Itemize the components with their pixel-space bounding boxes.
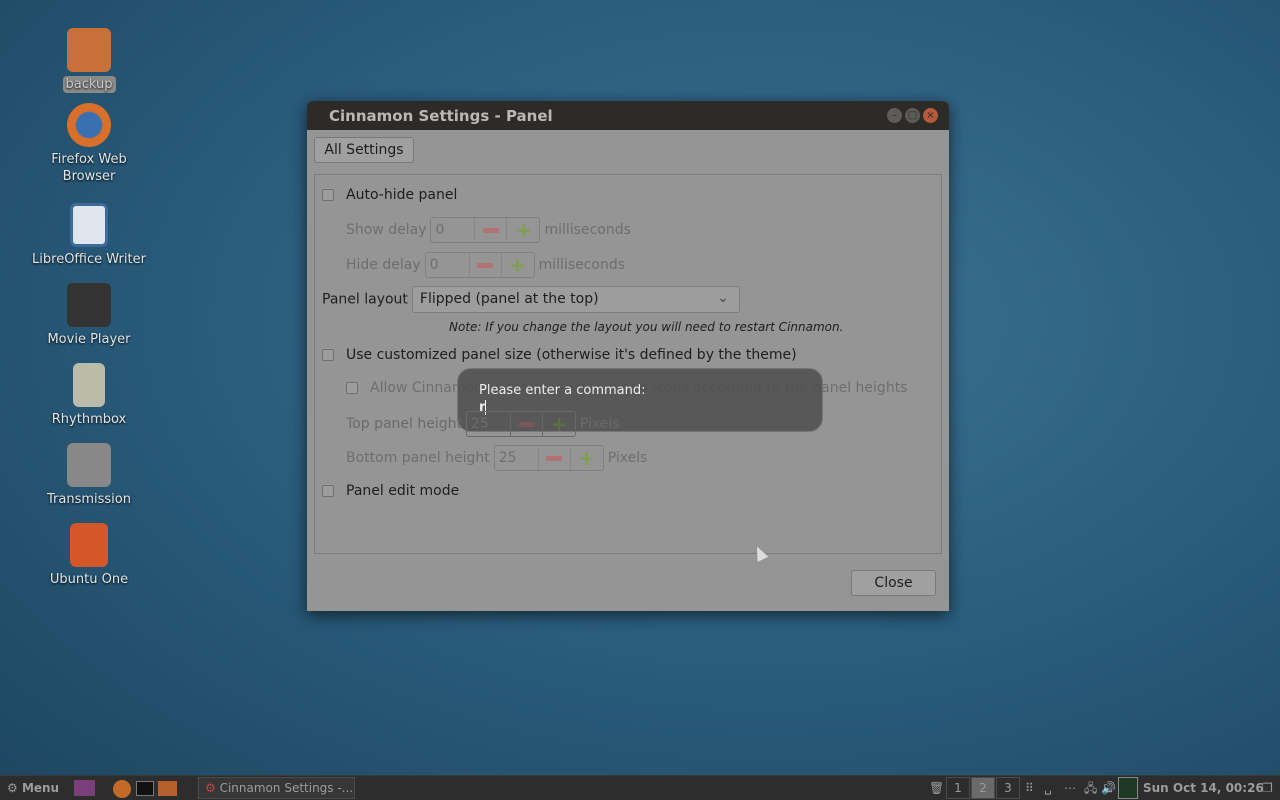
increment-button[interactable]: + (543, 412, 575, 436)
network-icon[interactable]: 🖧 (1084, 779, 1097, 798)
menu-button[interactable]: ⚙ Menu (7, 779, 59, 798)
plus-icon: + (550, 412, 568, 436)
speaker-icon (73, 363, 105, 407)
more-icon[interactable]: ⋯ (1064, 779, 1076, 798)
settings-frame: Auto-hide panel Show delay 0 + milliseconds… (314, 174, 942, 554)
increment-button[interactable]: + (502, 253, 534, 277)
edit-mode-row[interactable]: Panel edit mode (322, 483, 459, 499)
custom-size-checkbox[interactable] (322, 349, 334, 361)
all-settings-button[interactable]: All Settings (314, 137, 414, 163)
desktop-icon-libreoffice-writer[interactable]: LibreOffice Writer (24, 203, 154, 268)
auto-hide-row[interactable]: Auto-hide panel (322, 187, 457, 203)
window-list-icon[interactable]: ❐ (1262, 779, 1273, 798)
ubuntu-one-icon (70, 523, 108, 567)
desktop-icon-transmission[interactable]: Transmission (24, 443, 154, 508)
settings-window: Cinnamon Settings - Panel – □ × All Sett… (307, 101, 949, 611)
top-height-spinner[interactable]: 25 + (466, 411, 576, 437)
files-launcher-icon[interactable] (158, 781, 177, 796)
bottom-panel: ⚙ Menu ⚙ Cinnamon Settings -... 🗑 1 2 3 … (0, 775, 1280, 800)
top-height-row: Top panel height 25 + Pixels (346, 411, 620, 437)
show-delay-row: Show delay 0 + milliseconds (346, 217, 631, 243)
plus-icon: + (578, 446, 596, 470)
custom-size-row[interactable]: Use customized panel size (otherwise it'… (322, 347, 797, 363)
writer-document-icon (70, 203, 108, 247)
gear-icon: ⚙ (7, 781, 22, 795)
minimize-button[interactable]: – (887, 108, 902, 123)
settings-icon: ⚙ (205, 781, 216, 795)
workspace-3[interactable]: 3 (996, 777, 1020, 799)
decrement-button[interactable] (470, 253, 502, 277)
minus-icon (518, 421, 535, 427)
plus-icon: + (509, 253, 526, 277)
grid-icon[interactable]: ⠿ (1025, 779, 1034, 798)
command-prompt: Please enter a command: (479, 383, 646, 398)
clock[interactable]: Sun Oct 14, 00:26 (1143, 779, 1264, 798)
volume-icon[interactable]: 🔊 (1101, 779, 1116, 798)
panel-layout-row: Panel layout Flipped (panel at the top) ⌄ (322, 286, 740, 313)
panel-layout-dropdown[interactable]: Flipped (panel at the top) ⌄ (411, 286, 740, 313)
close-button[interactable]: Close (851, 570, 936, 596)
auto-hide-checkbox[interactable] (322, 189, 334, 201)
window-title: Cinnamon Settings - Panel (329, 107, 553, 125)
firefox-launcher-icon[interactable] (113, 780, 131, 798)
desktop-icon-backup[interactable]: backup (24, 28, 154, 93)
minus-icon (477, 262, 494, 268)
show-delay-spinner[interactable]: 0 + (430, 217, 541, 243)
bottom-height-spinner[interactable]: 25 + (493, 445, 604, 471)
show-desktop-icon[interactable] (74, 780, 95, 796)
taskbar-item-cinnamon-settings[interactable]: ⚙ Cinnamon Settings -... (198, 777, 355, 799)
close-window-button[interactable]: × (923, 108, 938, 123)
plus-icon: + (515, 218, 532, 242)
workspace-1[interactable]: 1 (946, 777, 970, 799)
keyboard-icon[interactable]: ␣ (1044, 779, 1052, 798)
maximize-button[interactable]: □ (905, 108, 920, 123)
update-manager-icon[interactable] (1118, 777, 1138, 799)
desktop-icon-ubuntu-one[interactable]: Ubuntu One (24, 523, 154, 588)
terminal-launcher-icon[interactable] (136, 781, 154, 796)
chevron-down-icon: ⌄ (717, 290, 729, 306)
decrement-button[interactable] (511, 412, 543, 436)
minus-icon (546, 455, 563, 461)
edit-mode-checkbox[interactable] (322, 485, 334, 497)
hide-delay-row: Hide delay 0 + milliseconds (346, 252, 626, 278)
workspace-2[interactable]: 2 (971, 777, 995, 799)
folder-icon (67, 28, 111, 72)
desktop-icon-movie-player[interactable]: Movie Player (24, 283, 154, 348)
decrement-button[interactable] (475, 218, 508, 242)
desktop-icon-firefox[interactable]: Firefox Web Browser (24, 103, 154, 185)
titlebar[interactable]: Cinnamon Settings - Panel – □ × (307, 101, 949, 130)
minus-icon (482, 227, 499, 233)
clapperboard-icon (67, 283, 111, 327)
trash-icon[interactable]: 🗑 (929, 779, 944, 798)
bottom-height-row: Bottom panel height 25 + Pixels (346, 445, 648, 471)
hide-delay-spinner[interactable]: 0 + (424, 252, 535, 278)
transmission-icon (67, 443, 111, 487)
increment-button[interactable]: + (507, 218, 539, 242)
allow-scale-checkbox[interactable] (346, 382, 358, 394)
increment-button[interactable]: + (571, 446, 603, 470)
desktop-icon-rhythmbox[interactable]: Rhythmbox (24, 363, 154, 428)
firefox-icon (67, 103, 111, 147)
layout-note: Note: If you change the layout you will … (449, 320, 844, 334)
decrement-button[interactable] (539, 446, 571, 470)
